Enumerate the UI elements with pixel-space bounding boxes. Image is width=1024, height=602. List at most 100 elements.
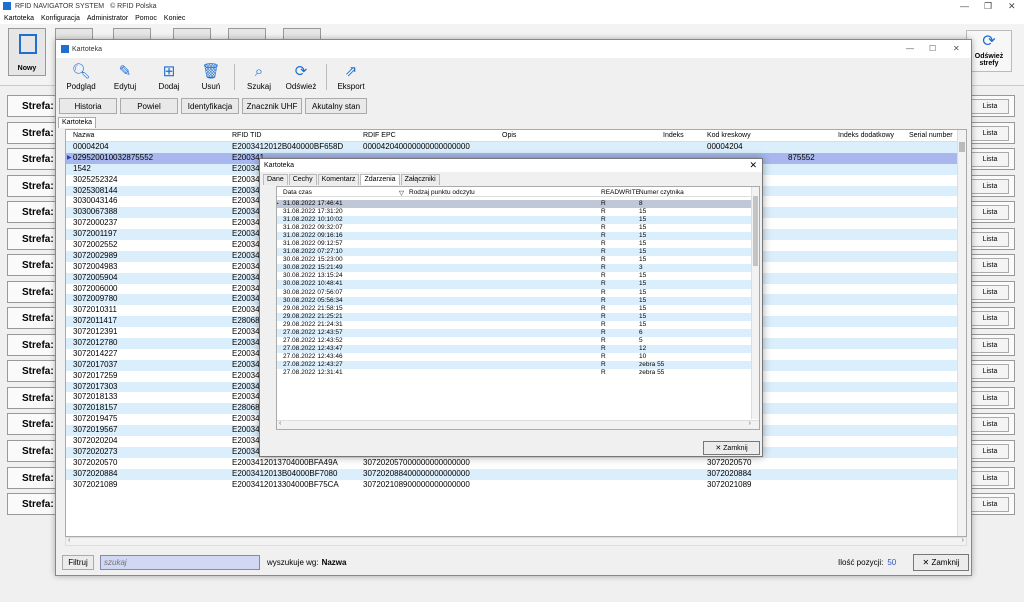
search-input[interactable] bbox=[100, 555, 260, 570]
event-row[interactable]: 27.08.2022 12:43:57 R 6 bbox=[277, 328, 751, 337]
col-nazwa[interactable]: Nazwa bbox=[73, 132, 94, 139]
close-button[interactable]: ✕ Zamknij bbox=[913, 554, 969, 571]
event-row[interactable]: 27.08.2022 12:43:52 R 5 bbox=[277, 336, 751, 345]
table-row[interactable]: 3072021089 E2003412013304000BF75CA 3072021… bbox=[66, 479, 958, 491]
menu-administrator[interactable]: Administrator bbox=[87, 15, 128, 22]
close-icon[interactable]: ✕ bbox=[1008, 1, 1016, 12]
zone-list-button[interactable]: Lista bbox=[971, 258, 1009, 273]
col-kod-kreskowy[interactable]: Kod kreskowy bbox=[707, 132, 751, 139]
zone-list-button[interactable]: Lista bbox=[971, 417, 1009, 432]
zone-list-button[interactable]: Lista bbox=[971, 391, 1009, 406]
dialog-close-button[interactable]: ✕ Zamknij bbox=[703, 441, 760, 455]
event-row[interactable]: 30.08.2022 15:23:00 R 15 bbox=[277, 256, 751, 265]
identify-button[interactable]: Identyfikacja bbox=[181, 98, 239, 114]
kartoteka-minimize-icon[interactable]: — bbox=[906, 44, 914, 53]
add-button[interactable]: ⊞ Dodaj bbox=[154, 62, 184, 91]
filter-button[interactable]: Filtruj bbox=[62, 555, 94, 570]
event-row[interactable]: 27.08.2022 12:43:46 R 10 bbox=[277, 352, 751, 361]
event-row[interactable]: 29.08.2022 21:24:31 R 15 bbox=[277, 320, 751, 329]
edit-button[interactable]: ✎ Edytuj bbox=[110, 62, 140, 91]
zone-list-button[interactable]: Lista bbox=[971, 232, 1009, 247]
table-row[interactable]: 3072020570 E2003412013704000BFA49A 3072020… bbox=[66, 457, 958, 469]
col-rfid-tid[interactable]: RFID TID bbox=[232, 132, 261, 139]
event-row[interactable]: 31.08.2022 09:12:57 R 15 bbox=[277, 240, 751, 249]
zone-list-button[interactable]: Lista bbox=[971, 497, 1009, 512]
zone-list-button[interactable]: Lista bbox=[971, 99, 1009, 114]
event-row[interactable]: 30.08.2022 05:56:34 R 15 bbox=[277, 296, 751, 305]
event-row[interactable]: 27.08.2022 12:43:47 R 12 bbox=[277, 344, 751, 353]
zone-list-button[interactable]: Lista bbox=[971, 471, 1009, 486]
events-scroll-thumb[interactable] bbox=[753, 196, 758, 266]
zone-list-button[interactable]: Lista bbox=[971, 444, 1009, 459]
grid-vertical-scrollbar[interactable] bbox=[957, 130, 966, 536]
event-row[interactable]: 31.08.2022 17:31:20 R 15 bbox=[277, 208, 751, 217]
menu-pomoc[interactable]: Pomoc bbox=[135, 15, 157, 22]
refresh-button[interactable]: ⟳ Odśwież bbox=[284, 62, 318, 91]
zone-list-button[interactable]: Lista bbox=[971, 311, 1009, 326]
zone-list-button[interactable]: Lista bbox=[971, 285, 1009, 300]
delete-button[interactable]: 🗑︎ Usuń bbox=[196, 62, 226, 91]
new-button[interactable]: Nowy bbox=[8, 28, 46, 76]
menu-koniec[interactable]: Koniec bbox=[164, 15, 185, 22]
col-indeks-dodatkowy[interactable]: Indeks dodatkowy bbox=[838, 132, 894, 139]
event-row[interactable]: ▶ 31.08.2022 17:46:41 R 8 bbox=[277, 200, 751, 209]
menu-kartoteka[interactable]: Kartoteka bbox=[4, 15, 34, 22]
current-state-button[interactable]: Akutalny stan bbox=[305, 98, 367, 114]
event-row[interactable]: 29.08.2022 21:25:21 R 15 bbox=[277, 312, 751, 321]
zone-list-button[interactable]: Lista bbox=[971, 152, 1009, 167]
col-data-czas[interactable]: Data czas bbox=[283, 189, 312, 196]
col-readwrite[interactable]: READWRITE bbox=[601, 189, 640, 196]
zone-list-button[interactable]: Lista bbox=[971, 338, 1009, 353]
menu-konfiguracja[interactable]: Konfiguracja bbox=[41, 15, 80, 22]
col-rdif-epc[interactable]: RDIF EPC bbox=[363, 132, 396, 139]
zone-list-button[interactable]: Lista bbox=[971, 205, 1009, 220]
scroll-right-icon[interactable]: › bbox=[962, 537, 964, 544]
col-rodzaj-punktu[interactable]: Rodzaj punktu odczytu bbox=[409, 189, 475, 196]
events-vertical-scrollbar[interactable] bbox=[751, 187, 759, 419]
event-row[interactable]: 27.08.2022 12:43:27 Rzebra 55 bbox=[277, 360, 751, 369]
tab-dane[interactable]: Dane bbox=[263, 174, 288, 185]
col-numer-czytnika[interactable]: Numer czytnika bbox=[639, 189, 684, 196]
uhf-tag-button[interactable]: Znacznik UHF bbox=[242, 98, 302, 114]
zone-list-button[interactable]: Lista bbox=[971, 364, 1009, 379]
event-row[interactable]: 31.08.2022 09:16:16 R 15 bbox=[277, 232, 751, 241]
zone-list-button[interactable]: Lista bbox=[971, 126, 1009, 141]
zone-list-button[interactable]: Lista bbox=[971, 179, 1009, 194]
table-row[interactable]: 3072020884 E2003412013B04000BF7080 3072020… bbox=[66, 468, 958, 480]
search-button[interactable]: ⌕ Szukaj bbox=[244, 62, 274, 91]
scroll-left-icon[interactable]: ‹ bbox=[279, 420, 281, 427]
duplicate-button[interactable]: Powiel bbox=[120, 98, 178, 114]
event-row[interactable]: 30.08.2022 07:56:07 R 15 bbox=[277, 288, 751, 297]
event-row[interactable]: 31.08.2022 07:27:10 R 15 bbox=[277, 248, 751, 257]
kartoteka-close-icon[interactable]: ✕ bbox=[953, 44, 960, 53]
tab-komentarz[interactable]: Komentarz bbox=[317, 174, 360, 185]
history-button[interactable]: Historia bbox=[59, 98, 117, 114]
col-indeks[interactable]: Indeks bbox=[663, 132, 684, 139]
event-row[interactable]: 29.08.2022 21:58:15 R 15 bbox=[277, 304, 751, 313]
event-row[interactable]: 30.08.2022 13:15:24 R 15 bbox=[277, 272, 751, 281]
event-row[interactable]: 27.08.2022 12:31:41 Rzebra 55 bbox=[277, 368, 751, 378]
col-serial-number[interactable]: Serial number bbox=[909, 132, 953, 139]
preview-button[interactable]: 🔍︎ Podgląd bbox=[66, 62, 96, 91]
scroll-left-icon[interactable]: ‹ bbox=[68, 537, 70, 544]
grid-scroll-thumb[interactable] bbox=[959, 142, 965, 152]
maximize-icon[interactable]: ❐ bbox=[984, 1, 992, 12]
grid-horizontal-scrollbar[interactable]: ‹ › bbox=[65, 537, 967, 546]
table-row[interactable]: 00004204 E2003412012B040000BF658D 00004204… bbox=[66, 142, 958, 153]
export-button[interactable]: ⇗ Eksport bbox=[334, 62, 368, 91]
event-row[interactable]: 30.08.2022 10:48:41 R 15 bbox=[277, 280, 751, 289]
tab-zalaczniki[interactable]: Załączniki bbox=[400, 174, 440, 185]
filter-icon[interactable]: ▽ bbox=[399, 189, 404, 197]
event-row[interactable]: 31.08.2022 10:10:02 R 15 bbox=[277, 216, 751, 225]
kartoteka-maximize-icon[interactable]: ☐ bbox=[929, 44, 936, 53]
col-opis[interactable]: Opis bbox=[502, 132, 516, 139]
minimize-icon[interactable]: — bbox=[960, 1, 969, 11]
tab-zdarzenia[interactable]: Zdarzenia bbox=[360, 174, 400, 185]
scroll-right-icon[interactable]: › bbox=[749, 420, 751, 427]
dialog-close-icon[interactable]: ✕ bbox=[749, 159, 757, 172]
event-row[interactable]: 31.08.2022 09:32:07 R 15 bbox=[277, 224, 751, 233]
event-row[interactable]: 30.08.2022 15:21:49 R 3 bbox=[277, 264, 751, 273]
tab-kartoteka[interactable]: Kartoteka bbox=[58, 117, 96, 128]
tab-cechy[interactable]: Cechy bbox=[288, 174, 317, 185]
refresh-zones-button[interactable]: ⟳ Odśwież strefy bbox=[966, 30, 1012, 72]
